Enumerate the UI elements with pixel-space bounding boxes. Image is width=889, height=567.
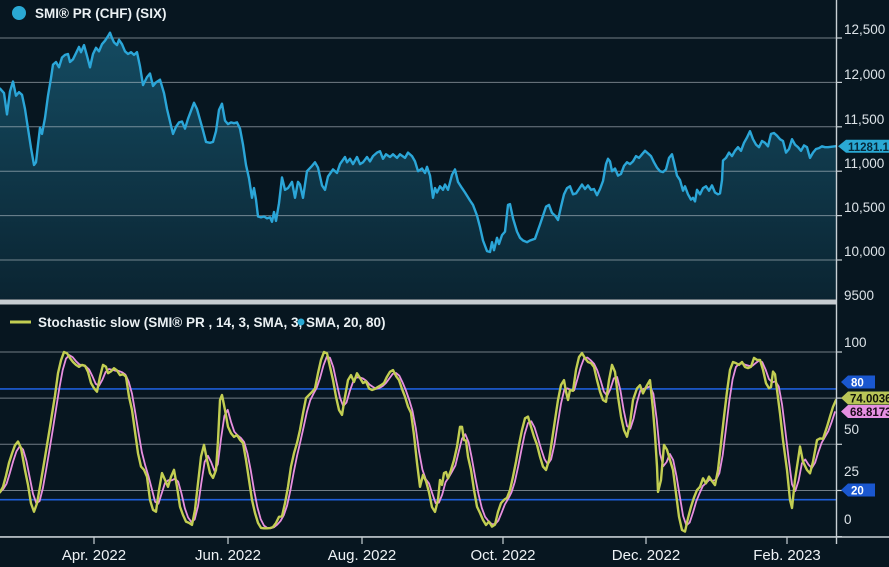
axis-label: Dec. 2022 [612,547,680,564]
tag-value: 80 [851,378,864,390]
legend-stochastic-series[interactable]: Stochastic slow (SMI® PR , 14, 3, SMA, 3… [10,315,386,330]
legend-price-series[interactable]: SMI® PR (CHF) (SIX) [12,6,166,21]
axis-label: 9500 [844,288,874,303]
panel-separator[interactable] [0,300,836,305]
stochastic-legend-dot-icon [298,319,305,326]
price-tag-value: 11281.13 [848,142,889,154]
stochastic-legend-label: Stochastic slow (SMI® PR , 14, 3, SMA, 3… [38,315,386,330]
axis-label: 10,000 [844,244,885,259]
price-legend-label: SMI® PR (CHF) (SIX) [35,6,166,21]
axis-label: 100 [844,335,867,350]
axis-label: 25 [844,464,859,479]
axis-label: Jun. 2022 [195,547,261,564]
chart-canvas: SMI® PR (CHF) (SIX) Stochastic slow (SMI… [0,0,889,567]
price-series-marker-icon [12,6,26,20]
axis-label: 12,000 [844,67,885,82]
axis-label: Aug. 2022 [328,547,396,564]
stochastic-k-value-tag: 74.0036 [841,392,889,406]
stochastic-d-value-tag: 68.8173 [841,405,889,419]
axis-label: 0 [844,512,852,527]
axis-label: 12,500 [844,22,885,37]
tag-value: 74.0036 [850,394,889,406]
chart-app: SMI® PR (CHF) (SIX) Stochastic slow (SMI… [0,0,889,567]
axis-label: Feb. 2023 [753,547,821,564]
current-price-tag: 11281.13 [838,140,889,154]
tag-value: 68.8173 [850,407,889,419]
axis-label: 11,500 [844,112,884,127]
axis-label: 10,500 [844,200,885,215]
axis-label: Apr. 2022 [62,547,126,564]
axis-label: Oct. 2022 [470,547,535,564]
axis-label: 11,000 [844,156,884,171]
tag-value: 20 [851,486,864,498]
axis-label: 50 [844,422,859,437]
